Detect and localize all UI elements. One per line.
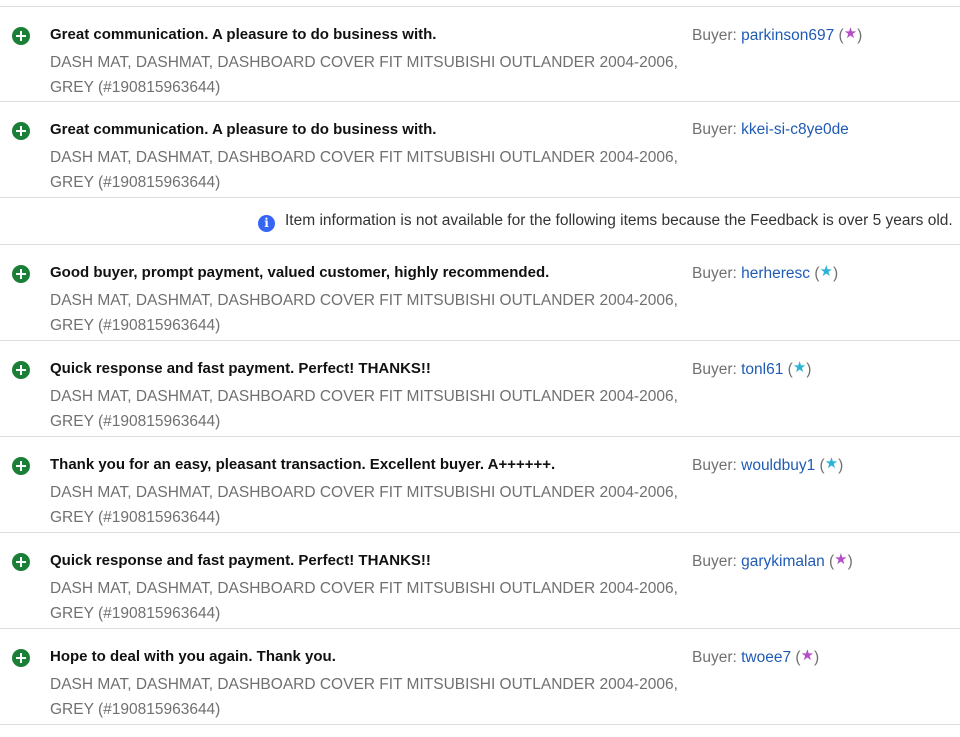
plus-circle-icon (12, 649, 30, 667)
plus-circle-icon (12, 27, 30, 45)
buyer-label: Buyer: (692, 457, 737, 474)
buyer-label: Buyer: (692, 265, 737, 282)
star-icon: ★ (843, 25, 858, 42)
buyer-info: Buyer: wouldbuy1 (★) (692, 455, 844, 475)
feedback-row: Quick response and fast payment. Perfect… (0, 533, 960, 629)
feedback-score: (★) (838, 25, 863, 44)
feedback-row: Great communication. A pleasure to do bu… (0, 6, 960, 102)
buyer-info: Buyer: twoee7 (★) (692, 647, 820, 667)
star-icon: ★ (824, 455, 839, 472)
buyer-info: Buyer: garykimalan (★) (692, 551, 853, 571)
feedback-row: Thank you for an easy, pleasant transact… (0, 437, 960, 533)
buyer-label: Buyer: (692, 553, 737, 570)
feedback-row: Great communication. A pleasure to do bu… (0, 102, 960, 198)
feedback-comment: Great communication. A pleasure to do bu… (50, 26, 437, 43)
plus-circle-icon (12, 122, 30, 140)
feedback-score: (★) (787, 359, 812, 378)
info-notice: i Item information is not available for … (0, 198, 960, 245)
buyer-link[interactable]: garykimalan (741, 553, 825, 570)
feedback-comment: Quick response and fast payment. Perfect… (50, 552, 431, 569)
feedback-row: Hope to deal with you again. Thank you. … (0, 629, 960, 725)
feedback-row: Quick response and fast payment. Perfect… (0, 341, 960, 437)
feedback-score: (★) (795, 647, 820, 666)
feedback-list: Great communication. A pleasure to do bu… (0, 0, 960, 725)
plus-circle-icon (12, 265, 30, 283)
buyer-label: Buyer: (692, 121, 737, 138)
item-title: DASH MAT, DASHMAT, DASHBOARD COVER FIT M… (50, 388, 678, 430)
item-title: DASH MAT, DASHMAT, DASHBOARD COVER FIT M… (50, 676, 678, 718)
star-icon: ★ (792, 359, 807, 376)
buyer-info: Buyer: parkinson697 (★) (692, 25, 863, 45)
feedback-comment: Hope to deal with you again. Thank you. (50, 648, 336, 665)
feedback-comment: Good buyer, prompt payment, valued custo… (50, 264, 550, 281)
star-icon: ★ (819, 263, 833, 280)
buyer-label: Buyer: (692, 27, 737, 44)
feedback-comment: Great communication. A pleasure to do bu… (50, 121, 437, 138)
info-icon: i (258, 215, 275, 232)
item-title: DASH MAT, DASHMAT, DASHBOARD COVER FIT M… (50, 292, 678, 334)
buyer-link[interactable]: tonl61 (741, 361, 783, 378)
feedback-score: (★) (829, 551, 853, 570)
item-title: DASH MAT, DASHMAT, DASHBOARD COVER FIT M… (50, 580, 678, 622)
buyer-link[interactable]: parkinson697 (741, 27, 834, 44)
star-icon: ★ (800, 647, 815, 664)
buyer-info: Buyer: tonl61 (★) (692, 359, 812, 379)
item-title: DASH MAT, DASHMAT, DASHBOARD COVER FIT M… (50, 54, 678, 96)
item-title: DASH MAT, DASHMAT, DASHBOARD COVER FIT M… (50, 484, 678, 526)
buyer-info: Buyer: kkei-si-c8ye0de (692, 121, 849, 139)
feedback-comment: Quick response and fast payment. Perfect… (50, 360, 431, 377)
plus-circle-icon (12, 361, 30, 379)
info-notice-text: Item information is not available for th… (285, 212, 953, 229)
buyer-label: Buyer: (692, 649, 737, 666)
feedback-score: (★) (819, 455, 844, 474)
star-icon: ★ (834, 551, 848, 568)
buyer-link[interactable]: herheresc (741, 265, 810, 282)
buyer-link[interactable]: wouldbuy1 (741, 457, 815, 474)
buyer-link[interactable]: twoee7 (741, 649, 791, 666)
plus-circle-icon (12, 457, 30, 475)
feedback-score: (★) (814, 263, 839, 282)
buyer-link[interactable]: kkei-si-c8ye0de (741, 121, 849, 138)
buyer-label: Buyer: (692, 361, 737, 378)
item-title: DASH MAT, DASHMAT, DASHBOARD COVER FIT M… (50, 149, 678, 191)
buyer-info: Buyer: herheresc (★) (692, 263, 839, 283)
feedback-row: Good buyer, prompt payment, valued custo… (0, 245, 960, 341)
feedback-comment: Thank you for an easy, pleasant transact… (50, 456, 556, 473)
plus-circle-icon (12, 553, 30, 571)
